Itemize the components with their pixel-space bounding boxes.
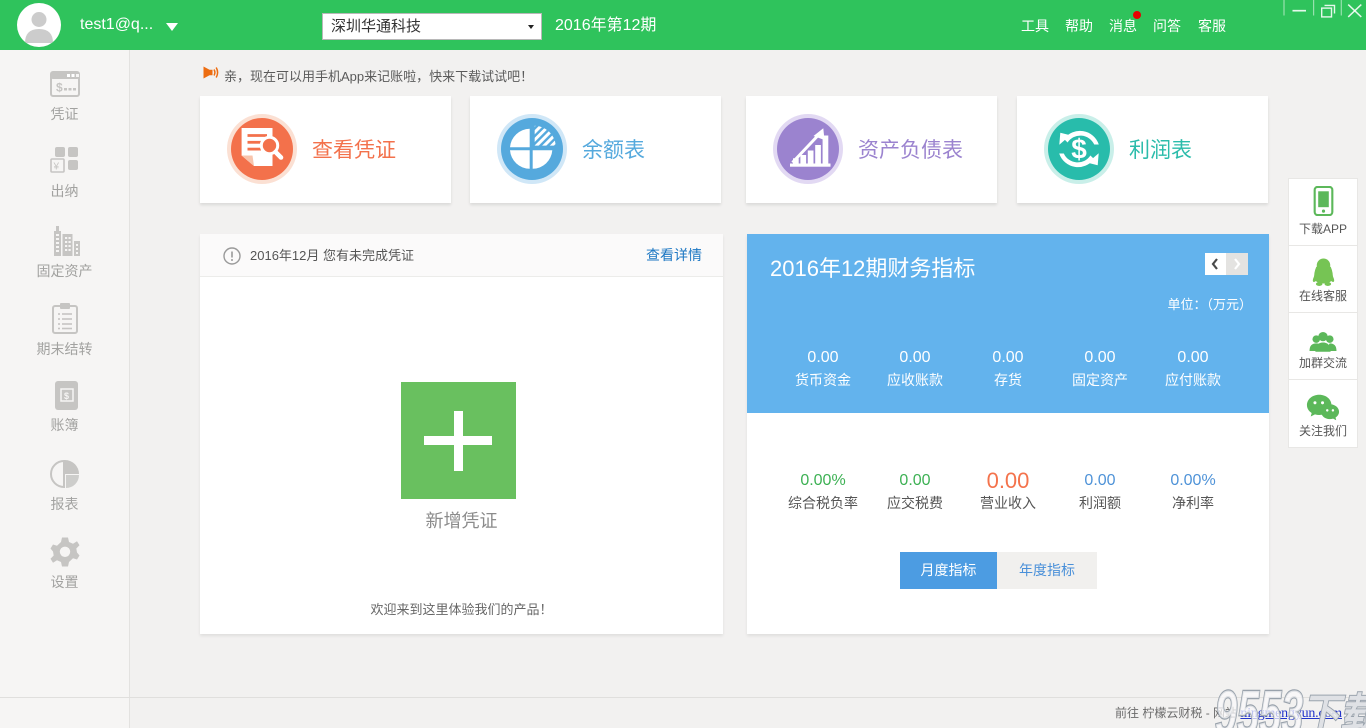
svg-text:¥: ¥ — [53, 162, 60, 173]
svg-text:$: $ — [1071, 134, 1087, 165]
svg-text:9553: 9553 — [1215, 684, 1303, 728]
svg-text:$: $ — [56, 81, 63, 95]
svg-text:$: $ — [64, 391, 69, 401]
svg-text:下载: 下载 — [1302, 690, 1366, 728]
